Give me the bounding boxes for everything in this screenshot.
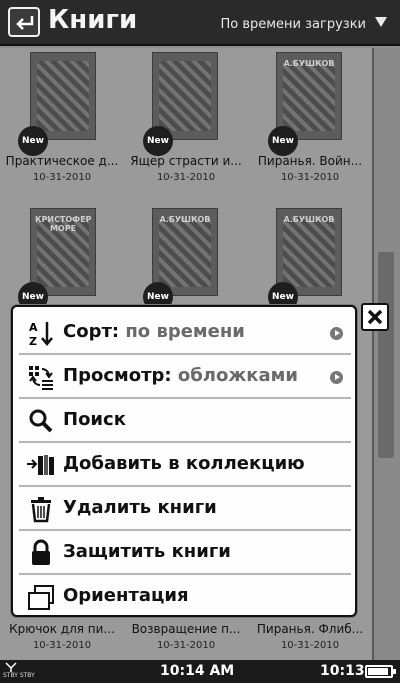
- arrow-right-icon: [330, 327, 343, 340]
- antenna-icon: [5, 662, 17, 672]
- new-badge: New: [268, 126, 298, 156]
- menu-item-delete[interactable]: Удалить книги: [19, 487, 351, 531]
- back-button[interactable]: [8, 7, 40, 37]
- menu-item-add-collection[interactable]: Добавить в коллекцию: [19, 443, 351, 487]
- trash-icon: [31, 497, 51, 523]
- book-date: 10-31-2010: [280, 172, 340, 183]
- menu-item-orientation[interactable]: Ориентация: [19, 575, 351, 619]
- book-title: Ящер страсти и...: [130, 154, 242, 168]
- svg-text:A: A: [29, 321, 38, 334]
- arrow-right-icon: [330, 371, 343, 384]
- back-arrow-icon: [16, 16, 34, 30]
- clock-right: 10:13: [320, 663, 365, 679]
- status-bar: STBY STBY 10:14 AM 10:13: [0, 660, 400, 683]
- book-date: 10-31-2010: [32, 172, 92, 183]
- sort-label: Сорт:: [63, 321, 120, 342]
- book-title: Пиранья. Войн...: [257, 154, 363, 168]
- book-title: Возвращение п...: [131, 622, 241, 636]
- book-title: Пиранья. Флиб...: [256, 622, 364, 636]
- orientation-icon: [28, 585, 54, 610]
- view-label: Просмотр:: [63, 365, 172, 386]
- scrollbar-track[interactable]: [372, 48, 400, 660]
- protect-label: Защитить книги: [63, 541, 231, 562]
- scrollbar-thumb[interactable]: [378, 252, 394, 458]
- delete-label: Удалить книги: [63, 497, 217, 518]
- svg-text:Z: Z: [29, 335, 37, 347]
- book-date: 10-31-2010: [156, 640, 216, 651]
- close-menu-button[interactable]: [361, 303, 389, 331]
- search-label: Поиск: [63, 409, 126, 430]
- menu-item-search[interactable]: Поиск: [19, 399, 351, 443]
- sort-az-icon: A Z: [29, 321, 53, 347]
- book-date: 10-31-2010: [156, 172, 216, 183]
- menu-item-sort[interactable]: A Z Сорт: по времени: [19, 311, 351, 355]
- add-collection-label: Добавить в коллекцию: [63, 453, 305, 474]
- battery-icon: [365, 665, 396, 678]
- orientation-label: Ориентация: [63, 585, 189, 606]
- book-date: 10-31-2010: [32, 640, 92, 651]
- add-to-collection-icon: [27, 455, 54, 475]
- view-switch-icon: [29, 366, 53, 390]
- sort-selector[interactable]: По времени загрузки: [220, 17, 366, 32]
- menu-item-view[interactable]: Просмотр: обложками: [19, 355, 351, 399]
- menu-item-protect[interactable]: Защитить книги: [19, 531, 351, 575]
- top-bar: Книги По времени загрузки: [0, 0, 400, 46]
- book-title: Практическое д...: [5, 154, 119, 168]
- close-icon: [367, 309, 383, 325]
- new-badge: New: [18, 126, 48, 156]
- lock-icon: [32, 539, 50, 565]
- dropdown-arrow-icon[interactable]: [375, 17, 387, 27]
- new-badge: New: [143, 126, 173, 156]
- standby-label: STBY STBY: [3, 672, 35, 679]
- sort-value: по времени: [125, 321, 245, 342]
- book-date: 10-31-2010: [280, 640, 340, 651]
- search-icon: [29, 409, 53, 433]
- book-title: Крючок для пи...: [9, 622, 115, 636]
- view-value: обложками: [177, 365, 298, 386]
- clock-center: 10:14 AM: [160, 663, 235, 679]
- page-title: Книги: [48, 5, 138, 35]
- options-menu: A Z Сорт: по времени Просмотр: обложками…: [11, 305, 357, 617]
